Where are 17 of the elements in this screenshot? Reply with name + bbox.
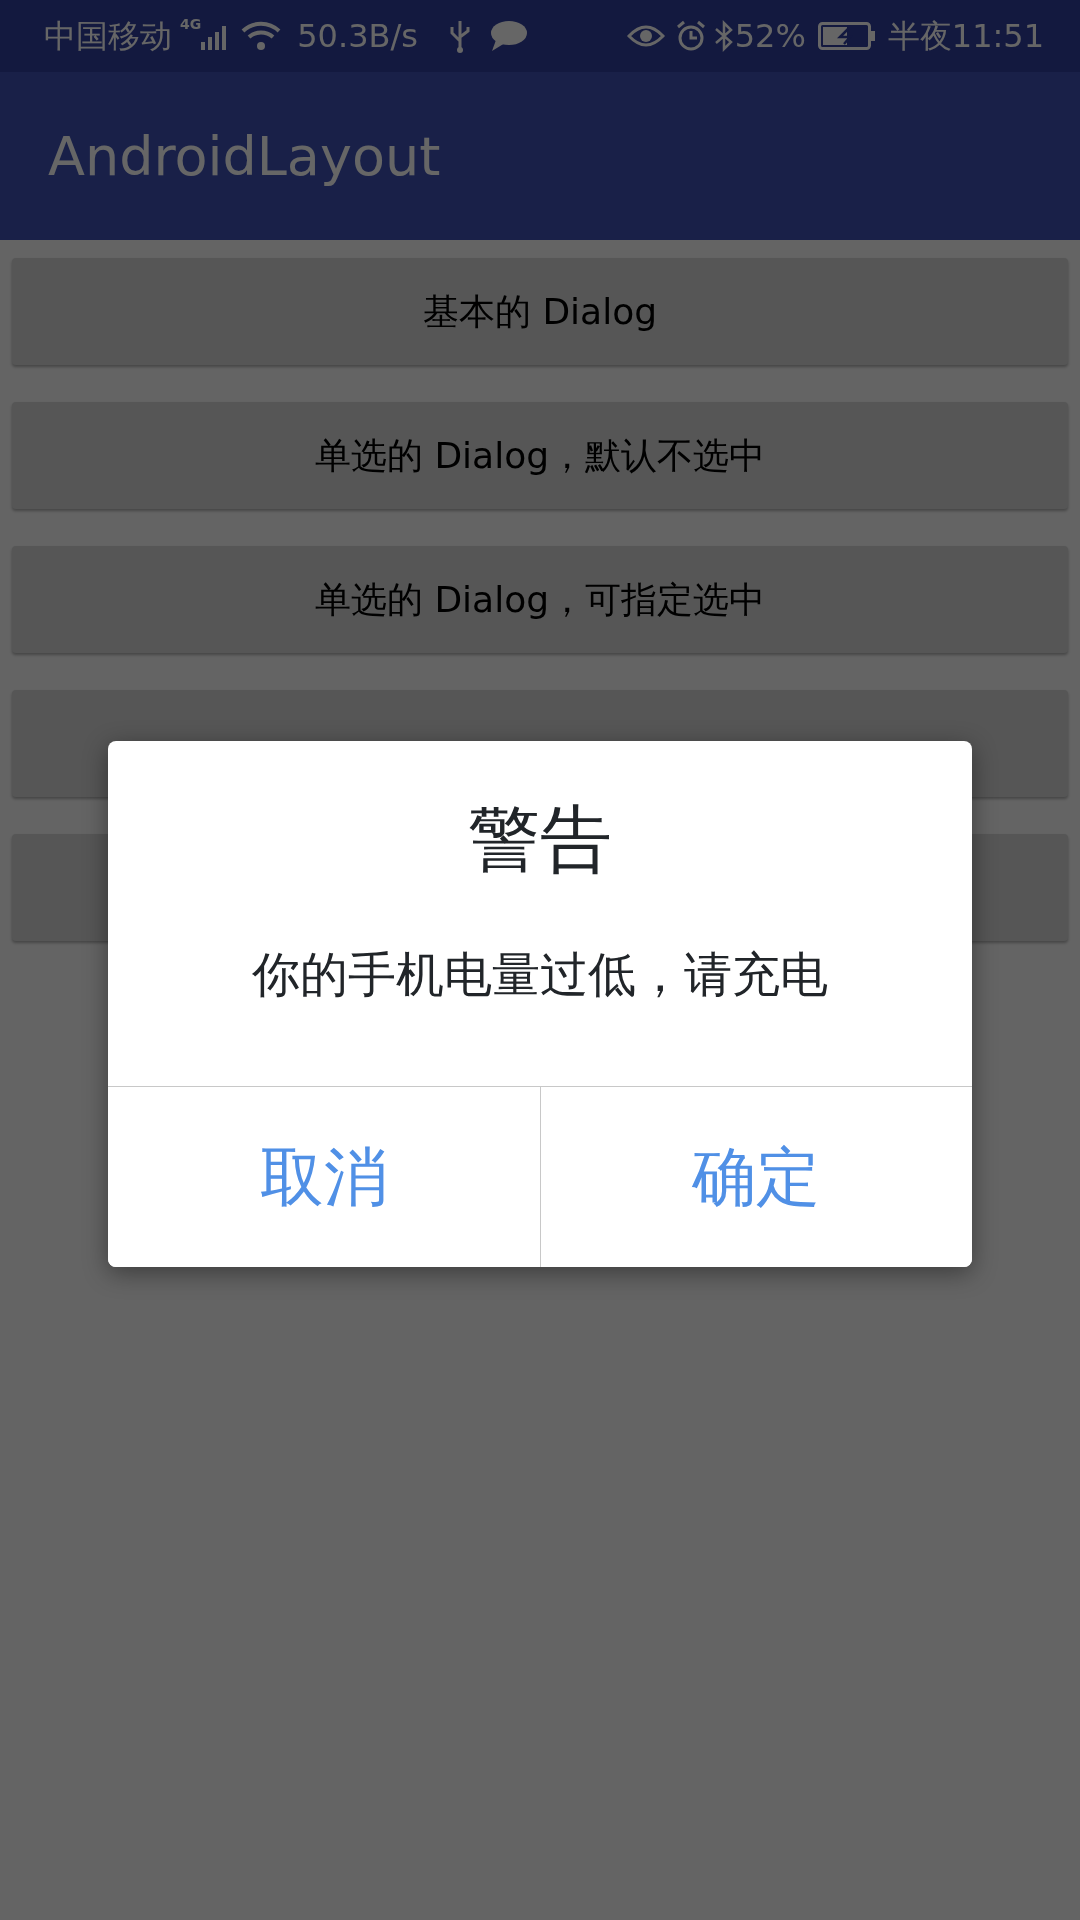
clock-time: 半夜11:51 [887,16,1044,57]
battery-percent: 52% [734,16,806,57]
dialog-message: 你的手机电量过低，请充电 [252,946,828,1003]
action-button[interactable]: 单选的 Dialog，默认不选中 [12,402,1068,509]
alarm-clock-icon [674,20,707,52]
dialog-button[interactable]: 取消 [108,1087,540,1268]
network-type: 4G [180,15,202,34]
network-speed: 50.3B/s [297,16,418,57]
wifi-icon [241,21,282,51]
chat-bubble-icon [489,20,528,52]
dialog-title: 警告 [468,797,612,881]
battery-icon [817,22,876,50]
dialog-button[interactable]: 确定 [539,1087,972,1268]
carrier-name: 中国移动 [44,16,172,57]
action-button[interactable]: 单选的 Dialog，可指定选中 [12,546,1068,653]
app-title: AndroidLayout [48,123,441,190]
action-button[interactable]: 基本的 Dialog [12,258,1068,365]
